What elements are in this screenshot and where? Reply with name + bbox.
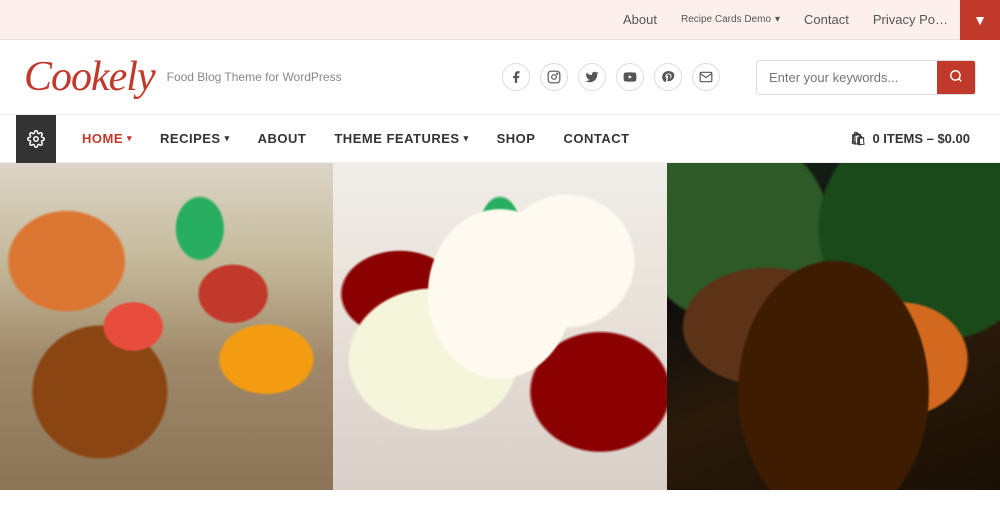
food-image-pancakes[interactable]: [667, 163, 1000, 490]
twitter-icon[interactable]: [578, 63, 606, 91]
nav-contact[interactable]: CONTACT: [549, 115, 643, 163]
social-icons: [502, 63, 720, 91]
cart-button[interactable]: 🛍 0 ITEMS – $0.00: [836, 131, 984, 147]
topnav-contact[interactable]: Contact: [792, 0, 861, 40]
pinterest-icon[interactable]: [654, 63, 682, 91]
top-bar: About Recipe Cards Demo ▾ Contact Privac…: [0, 0, 1000, 40]
chevron-down-icon: ▾: [775, 0, 780, 40]
nav-about[interactable]: ABOUT: [244, 115, 321, 163]
food-image-bruschetta[interactable]: [0, 163, 333, 490]
food-image-pasta[interactable]: [333, 163, 666, 490]
image-grid: [0, 163, 1000, 490]
site-tagline: Food Blog Theme for WordPress: [167, 70, 342, 84]
nav-home[interactable]: HOME ▾: [68, 115, 146, 163]
facebook-icon[interactable]: [502, 63, 530, 91]
header: Cookely Food Blog Theme for WordPress: [0, 40, 1000, 115]
topnav-privacy[interactable]: Privacy Po…: [861, 0, 960, 40]
email-icon[interactable]: [692, 63, 720, 91]
chevron-down-icon: ▾: [225, 133, 230, 144]
nav-shop[interactable]: SHOP: [483, 115, 550, 163]
cart-icon: 🛍: [850, 131, 867, 147]
chevron-down-icon: ▾: [127, 133, 132, 144]
cart-label: 0 ITEMS – $0.00: [872, 131, 970, 146]
topnav-about[interactable]: About: [611, 0, 669, 40]
nav-recipes[interactable]: RECIPES ▾: [146, 115, 244, 163]
logo-area: Cookely Food Blog Theme for WordPress: [24, 56, 342, 98]
chevron-down-icon: ▾: [464, 133, 469, 144]
search-button[interactable]: [937, 61, 975, 94]
search-box: [756, 60, 976, 95]
nav-links: HOME ▾ RECIPES ▾ ABOUT THEME FEATURES ▾ …: [68, 115, 836, 163]
settings-button[interactable]: [16, 115, 56, 163]
topnav-recipe-cards[interactable]: Recipe Cards Demo ▾: [669, 0, 792, 40]
search-input[interactable]: [757, 62, 937, 93]
top-corner-button[interactable]: ▼: [960, 0, 1000, 40]
top-bar-links: About Recipe Cards Demo ▾ Contact Privac…: [611, 0, 960, 40]
nav-theme-features[interactable]: THEME FEATURES ▾: [320, 115, 482, 163]
instagram-icon[interactable]: [540, 63, 568, 91]
youtube-icon[interactable]: [616, 63, 644, 91]
nav-bar: HOME ▾ RECIPES ▾ ABOUT THEME FEATURES ▾ …: [0, 115, 1000, 163]
site-logo[interactable]: Cookely: [24, 56, 155, 98]
